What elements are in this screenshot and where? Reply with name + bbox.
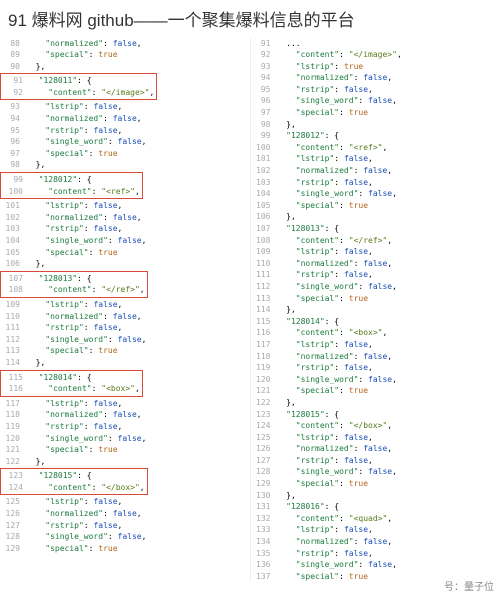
code-line: 115 "128014": { [3, 372, 140, 384]
code-line: 95 "rstrip": false, [251, 84, 500, 96]
code-line: 121 "special": true [0, 444, 250, 456]
code-line: 100 "content": "<ref>", [3, 186, 140, 198]
code-line: 102 "normalized": false, [0, 212, 250, 224]
code-line: 119 "rstrip": false, [251, 362, 500, 374]
code-line: 127 "rstrip": false, [251, 455, 500, 467]
code-line: 129 "special": true [251, 478, 500, 490]
code-line: 95 "rstrip": false, [0, 125, 250, 137]
highlight-box: 115 "128014": {116 "content": "<box>", [0, 370, 143, 397]
code-line: 114 }, [251, 304, 500, 316]
code-line: 113 "special": true [0, 345, 250, 357]
code-line: 94 "normalized": false, [0, 113, 250, 125]
code-line: 100 "content": "<ref>", [251, 142, 500, 154]
code-line: 96 "single_word": false, [0, 136, 250, 148]
code-line: 104 "single_word": false, [0, 235, 250, 247]
code-line: 122 }, [251, 397, 500, 409]
code-line: 112 "single_word": false, [0, 334, 250, 346]
code-line: 118 "normalized": false, [251, 351, 500, 363]
code-line: 130 }, [251, 490, 500, 502]
code-line: 92 "content": "</image>", [3, 87, 154, 99]
code-line: 109 "lstrip": false, [251, 246, 500, 258]
code-line: 107 "128013": { [3, 273, 145, 285]
code-line: 93 "lstrip": true [251, 61, 500, 73]
code-line: 115 "128014": { [251, 316, 500, 328]
code-line: 92 "content": "</image>", [251, 49, 500, 61]
code-line: 125 "lstrip": false, [0, 496, 250, 508]
code-line: 105 "special": true [251, 200, 500, 212]
code-line: 131 "128016": { [251, 501, 500, 513]
code-line: 124 "content": "</box>", [251, 420, 500, 432]
code-line: 99 "128012": { [251, 130, 500, 142]
code-line: 120 "single_word": false, [0, 433, 250, 445]
code-line: 101 "lstrip": false, [0, 200, 250, 212]
code-line: 98 }, [0, 159, 250, 171]
code-line: 110 "normalized": false, [251, 258, 500, 270]
code-line: 113 "special": true [251, 293, 500, 305]
code-line: 108 "content": "</ref>", [3, 284, 145, 296]
code-line: 94 "normalized": false, [251, 72, 500, 84]
code-line: 110 "normalized": false, [0, 311, 250, 323]
code-line: 127 "rstrip": false, [0, 520, 250, 532]
code-line: 109 "lstrip": false, [0, 299, 250, 311]
code-line: 122 }, [0, 456, 250, 468]
code-line: 117 "lstrip": false, [251, 339, 500, 351]
code-line: 91 ... [251, 38, 500, 50]
code-line: 91 "128011": { [3, 75, 154, 87]
code-line: 134 "normalized": false, [251, 536, 500, 548]
code-column-left: 88 "normalized": false,89 "special": tru… [0, 38, 250, 583]
highlight-box: 99 "128012": {100 "content": "<ref>", [0, 172, 143, 199]
code-line: 133 "lstrip": false, [251, 524, 500, 536]
code-line: 97 "special": true [251, 107, 500, 119]
code-line: 111 "rstrip": false, [251, 269, 500, 281]
code-column-right: 91 ...92 "content": "</image>",93 "lstri… [251, 38, 500, 583]
code-line: 136 "single_word": false, [251, 559, 500, 571]
highlight-box: 123 "128015": {124 "content": "</box>", [0, 468, 148, 495]
code-line: 98 }, [251, 119, 500, 131]
code-line: 116 "content": "<box>", [3, 383, 140, 395]
code-line: 111 "rstrip": false, [0, 322, 250, 334]
code-line: 105 "special": true [0, 247, 250, 259]
code-line: 124 "content": "</box>", [3, 482, 145, 494]
code-line: 88 "normalized": false, [0, 38, 250, 50]
code-line: 89 "special": true [0, 49, 250, 61]
code-line: 112 "single_word": false, [251, 281, 500, 293]
code-line: 126 "normalized": false, [0, 508, 250, 520]
code-line: 123 "128015": { [251, 409, 500, 421]
code-line: 129 "special": true [0, 543, 250, 555]
highlight-box: 107 "128013": {108 "content": "</ref>", [0, 271, 148, 298]
code-line: 103 "rstrip": false, [0, 223, 250, 235]
code-line: 132 "content": "<quad>", [251, 513, 500, 525]
code-line: 101 "lstrip": false, [251, 153, 500, 165]
code-line: 125 "lstrip": false, [251, 432, 500, 444]
code-line: 106 }, [0, 258, 250, 270]
code-line: 120 "single_word": false, [251, 374, 500, 386]
code-line: 93 "lstrip": false, [0, 101, 250, 113]
code-line: 103 "rstrip": false, [251, 177, 500, 189]
code-line: 97 "special": true [0, 148, 250, 160]
code-line: 128 "single_word": false, [0, 531, 250, 543]
code-line: 121 "special": true [251, 385, 500, 397]
code-line: 114 }, [0, 357, 250, 369]
highlight-box: 91 "128011": {92 "content": "</image>", [0, 73, 157, 100]
code-line: 126 "normalized": false, [251, 443, 500, 455]
code-line: 128 "single_word": false, [251, 466, 500, 478]
code-line: 90 }, [0, 61, 250, 73]
code-line: 118 "normalized": false, [0, 409, 250, 421]
code-line: 108 "content": "</ref>", [251, 235, 500, 247]
code-line: 119 "rstrip": false, [0, 421, 250, 433]
code-line: 135 "rstrip": false, [251, 548, 500, 560]
code-line: 123 "128015": { [3, 470, 145, 482]
code-line: 106 }, [251, 211, 500, 223]
attribution: 号：量子位 [444, 578, 494, 593]
code-line: 107 "128013": { [251, 223, 500, 235]
code-line: 104 "single_word": false, [251, 188, 500, 200]
page-title: 91 爆料网 github——一个聚集爆料信息的平台 [0, 0, 500, 38]
code-line: 116 "content": "<box>", [251, 327, 500, 339]
code-line: 102 "normalized": false, [251, 165, 500, 177]
code-line: 96 "single_word": false, [251, 95, 500, 107]
code-line: 117 "lstrip": false, [0, 398, 250, 410]
code-line: 99 "128012": { [3, 174, 140, 186]
